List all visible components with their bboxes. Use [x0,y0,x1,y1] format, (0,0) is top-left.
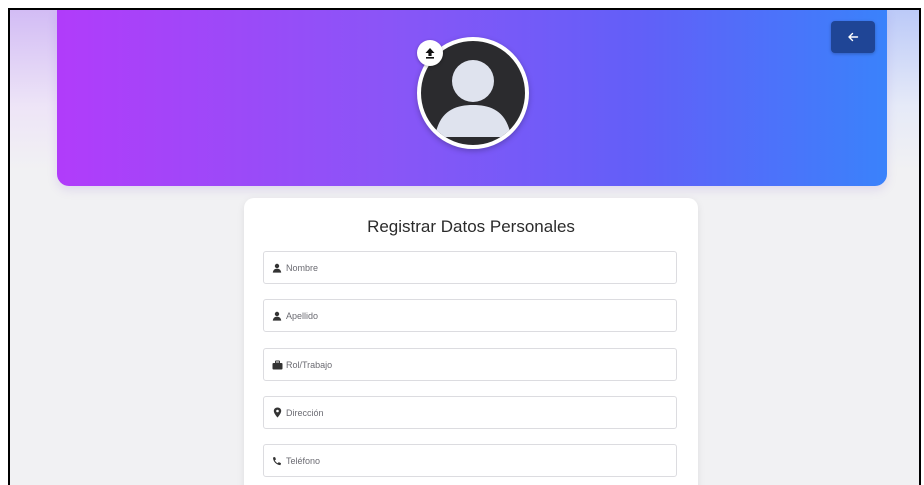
nombre-placeholder: Nombre [286,262,319,273]
telefono-placeholder: Teléfono [286,455,321,466]
rol-trabajo-placeholder: Rol/Trabajo [286,359,333,370]
person-icon [271,310,283,322]
form-title: Registrar Datos Personales [367,217,575,236]
upload-photo-button[interactable] [417,40,443,66]
nombre-field[interactable]: Nombre [263,251,677,284]
apellido-field[interactable]: Apellido [263,299,677,332]
upload-arrow-icon [425,48,435,59]
direccion-field[interactable]: Dirección [263,396,677,429]
back-button[interactable] [831,21,875,53]
personal-data-form-card: Registrar Datos Personales Nombre Apelli… [244,198,698,485]
phone-icon [271,455,283,467]
apellido-placeholder: Apellido [286,310,319,321]
telefono-field[interactable]: Teléfono [263,444,677,477]
rol-trabajo-field[interactable]: Rol/Trabajo [263,348,677,381]
map-marker-icon [271,407,283,419]
browser-viewport: Registrar Datos Personales Nombre Apelli… [8,8,921,485]
person-icon [271,262,283,274]
profile-header-banner [57,10,887,186]
briefcase-icon [271,359,283,371]
direccion-placeholder: Dirección [286,407,324,418]
arrow-left-icon [848,32,859,42]
